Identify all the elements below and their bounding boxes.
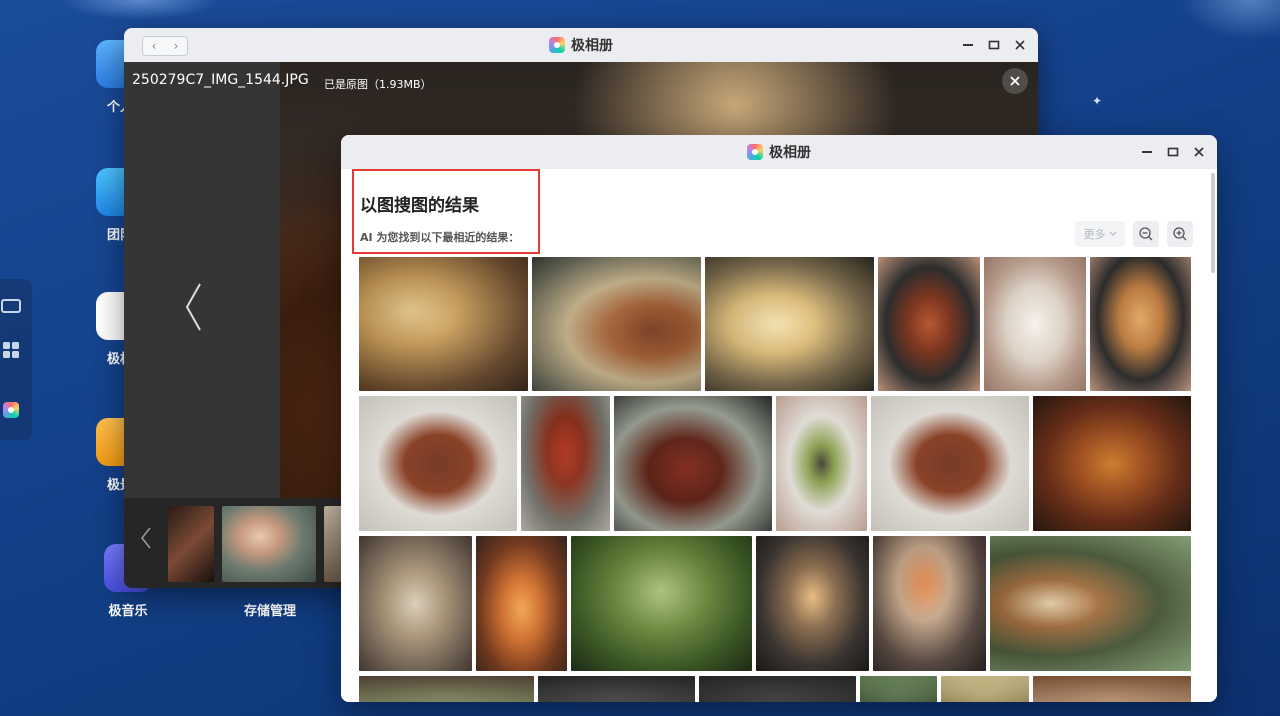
window-controls (962, 28, 1026, 62)
result-photo[interactable] (699, 676, 856, 702)
results-body: 以图搜图的结果 AI 为您找到以下最相近的结果： 更多 (341, 169, 1217, 702)
close-icon (1010, 76, 1020, 86)
result-photo[interactable] (1033, 676, 1191, 702)
album-app-icon (549, 37, 565, 53)
album-app-icon (747, 144, 763, 160)
close-button[interactable] (1193, 146, 1205, 158)
nav-buttons: ‹ › (142, 36, 188, 56)
viewer-close-button[interactable] (1002, 68, 1028, 94)
desktop-icon-label: 极音乐 (108, 604, 148, 619)
result-photo[interactable] (984, 257, 1086, 391)
results-grid (359, 257, 1191, 702)
chevron-left-icon (140, 527, 151, 549)
more-dropdown[interactable]: 更多 (1075, 221, 1125, 247)
result-photo[interactable] (521, 396, 610, 531)
more-label: 更多 (1083, 228, 1106, 241)
results-toolbar: 更多 (1075, 221, 1193, 247)
window-title-text: 极相册 (769, 145, 811, 161)
zoom-out-icon (1139, 227, 1153, 241)
result-photo[interactable] (476, 536, 567, 671)
result-photo[interactable] (873, 536, 986, 671)
viewer-titlebar: ‹ › 极相册 (124, 28, 1038, 62)
filmstrip-thumbnail[interactable] (222, 506, 316, 582)
back-button[interactable]: ‹ (143, 37, 165, 55)
desktop-icon-label: 存储管理 (243, 604, 296, 619)
maximize-button[interactable] (1167, 146, 1179, 158)
desktop-wallpaper-decoration (1180, 0, 1280, 40)
result-photo[interactable] (871, 396, 1029, 531)
dock-item-album[interactable] (0, 399, 22, 421)
chevron-down-icon (1109, 231, 1116, 236)
apps-grid-icon (3, 342, 19, 358)
minimize-button[interactable] (962, 39, 974, 51)
result-photo[interactable] (878, 257, 980, 391)
file-name: 250279C7_IMG_1544.JPG (132, 72, 309, 88)
result-photo[interactable] (359, 257, 528, 391)
result-photo[interactable] (359, 396, 517, 531)
filmstrip-thumbnail[interactable] (168, 506, 214, 582)
search-results-window: 极相册 以图搜图的结果 AI 为您找到以下最相近的结果： 更多 (341, 135, 1217, 702)
viewer-left-panel (124, 62, 280, 498)
dock-item-drive[interactable] (0, 295, 22, 317)
window-title: 极相册 (549, 35, 613, 55)
sparkle-icon: ✦ (1092, 94, 1103, 108)
album-app-icon (3, 402, 19, 418)
side-dock (0, 279, 32, 440)
maximize-button[interactable] (988, 39, 1000, 51)
previous-photo-button[interactable] (184, 282, 202, 344)
filmstrip-prev-button[interactable] (140, 526, 152, 556)
result-photo[interactable] (756, 536, 869, 671)
window-title-text: 极相册 (571, 38, 613, 54)
drive-icon (1, 299, 21, 313)
zoom-out-button[interactable] (1133, 221, 1159, 247)
result-photo[interactable] (538, 676, 695, 702)
zoom-in-icon (1173, 227, 1187, 241)
result-photo[interactable] (705, 257, 874, 391)
vertical-scrollbar[interactable] (1211, 173, 1215, 273)
desktop-wallpaper-decoration (60, 0, 220, 20)
result-photo[interactable] (571, 536, 752, 671)
result-photo[interactable] (990, 536, 1191, 671)
result-photo[interactable] (1033, 396, 1191, 531)
result-photo[interactable] (776, 396, 867, 531)
zoom-in-button[interactable] (1167, 221, 1193, 247)
dock-item-apps[interactable] (0, 339, 22, 361)
close-button[interactable] (1014, 39, 1026, 51)
result-photo[interactable] (359, 536, 472, 671)
results-subtitle: AI 为您找到以下最相近的结果： (360, 231, 520, 244)
minimize-button[interactable] (1141, 146, 1153, 158)
result-photo[interactable] (614, 396, 772, 531)
chevron-left-icon (185, 283, 201, 331)
result-photo[interactable] (359, 676, 534, 702)
result-photo[interactable] (941, 676, 1029, 702)
result-photo[interactable] (532, 257, 701, 391)
results-titlebar: 极相册 (341, 135, 1217, 169)
window-title: 极相册 (747, 142, 811, 162)
window-controls (1141, 135, 1205, 169)
results-heading: 以图搜图的结果 (360, 196, 479, 216)
forward-button[interactable]: › (165, 37, 187, 55)
result-photo[interactable] (860, 676, 937, 702)
result-photo[interactable] (1090, 257, 1191, 391)
original-status: 已是原图（1.93MB） (324, 78, 432, 91)
